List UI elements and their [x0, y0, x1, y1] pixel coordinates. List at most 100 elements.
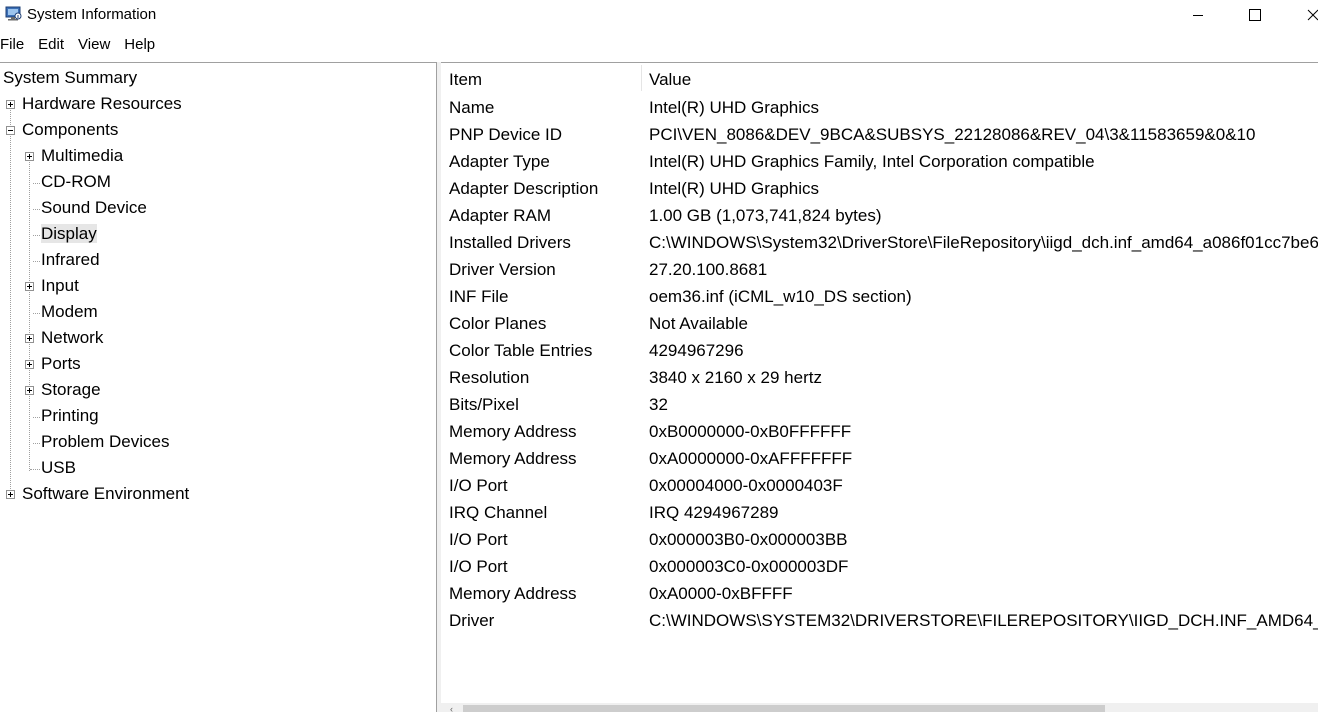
horizontal-scrollbar[interactable]: ‹: [441, 703, 1318, 712]
expand-plus-icon[interactable]: [6, 100, 15, 109]
close-icon: [1307, 9, 1318, 21]
column-header-item[interactable]: Item: [449, 67, 482, 92]
item-cell: Memory Address: [449, 422, 577, 441]
details-row[interactable]: Driver C:\WINDOWS\SYSTEM32\DRIVERSTORE\FI…: [441, 607, 1318, 634]
tree-item-cd-rom[interactable]: CD-ROM: [41, 170, 111, 194]
value-cell: oem36.inf (iCML_w10_DS section): [649, 287, 912, 306]
tree-item-infrared[interactable]: Infrared: [41, 248, 100, 272]
details-row[interactable]: PNP Device ID PCI\VEN_8086&DEV_9BCA&SUBSY…: [441, 121, 1318, 148]
scroll-left-arrow-icon[interactable]: ‹: [450, 705, 453, 712]
item-cell: I/O Port: [449, 557, 508, 576]
tree-item-network[interactable]: Network: [41, 326, 103, 350]
menu-view[interactable]: View: [78, 34, 116, 56]
details-row[interactable]: Memory Address 0xB0000000-0xB0FFFFFF: [441, 418, 1318, 445]
expand-plus-icon[interactable]: [25, 282, 34, 291]
tree-connector: [33, 261, 40, 262]
item-cell: Adapter Type: [449, 152, 550, 171]
details-row[interactable]: Resolution 3840 x 2160 x 29 hertz: [441, 364, 1318, 391]
item-cell: Color Planes: [449, 314, 547, 333]
tree-item-label: System Summary: [3, 68, 138, 87]
value-cell: 1.00 GB (1,073,741,824 bytes): [649, 206, 882, 225]
column-header-value[interactable]: Value: [649, 67, 691, 92]
details-row[interactable]: Adapter Type Intel(R) UHD Graphics Family…: [441, 148, 1318, 175]
item-cell: Driver: [449, 611, 495, 630]
details-row[interactable]: Bits/Pixel 32: [441, 391, 1318, 418]
expand-plus-icon[interactable]: [6, 490, 15, 499]
value-cell: IRQ 4294967289: [649, 503, 779, 522]
title-bar: System Information: [0, 0, 1318, 32]
value-cell: 0xA0000-0xBFFFF: [649, 584, 793, 603]
menu-help[interactable]: Help: [124, 34, 161, 56]
tree-item-ports[interactable]: Ports: [41, 352, 81, 376]
tree-item-label: Storage: [41, 380, 101, 399]
item-cell: Adapter Description: [449, 179, 599, 198]
tree-item-display[interactable]: Display: [41, 222, 97, 246]
expand-plus-icon[interactable]: [25, 152, 34, 161]
value-cell: PCI\VEN_8086&DEV_9BCA&SUBSYS_22128086&RE…: [649, 125, 1256, 144]
tree-item-label: Multimedia: [41, 146, 124, 165]
tree-item-multimedia[interactable]: Multimedia: [41, 144, 123, 168]
tree-item-input[interactable]: Input: [41, 274, 79, 298]
tree-item-problem-devices[interactable]: Problem Devices: [41, 430, 170, 454]
tree-item-label: Problem Devices: [41, 432, 170, 451]
details-row[interactable]: Installed Drivers C:\WINDOWS\System32\Dri…: [441, 229, 1318, 256]
tree-item-modem[interactable]: Modem: [41, 300, 98, 324]
value-cell: 3840 x 2160 x 29 hertz: [649, 368, 822, 387]
tree-item-storage[interactable]: Storage: [41, 378, 101, 402]
item-cell: PNP Device ID: [449, 125, 563, 144]
close-button[interactable]: [1290, 0, 1318, 30]
maximize-button[interactable]: [1232, 0, 1278, 30]
tree-connector: [33, 313, 40, 314]
value-cell: Not Available: [649, 314, 748, 333]
tree-item-label: Printing: [41, 406, 99, 425]
value-cell: 27.20.100.8681: [649, 260, 768, 279]
tree-item-system-summary[interactable]: System Summary: [3, 66, 137, 90]
value-cell: 0x00004000-0x0000403F: [649, 476, 843, 495]
item-cell: INF File: [449, 287, 509, 306]
details-row[interactable]: Adapter RAM 1.00 GB (1,073,741,824 bytes): [441, 202, 1318, 229]
column-divider[interactable]: [641, 65, 642, 91]
details-row[interactable]: Name Intel(R) UHD Graphics: [441, 94, 1318, 121]
details-row[interactable]: I/O Port 0x000003C0-0x000003DF: [441, 553, 1318, 580]
tree-connector: [33, 443, 40, 444]
details-row[interactable]: Adapter Description Intel(R) UHD Graphics: [441, 175, 1318, 202]
tree-item-software-environment[interactable]: Software Environment: [22, 482, 189, 506]
collapse-minus-icon[interactable]: [6, 126, 15, 135]
tree-item-usb[interactable]: USB: [41, 456, 76, 480]
details-row[interactable]: Color Table Entries 4294967296: [441, 337, 1318, 364]
expand-plus-icon[interactable]: [25, 386, 34, 395]
menu-file[interactable]: File: [0, 34, 30, 56]
value-cell: Intel(R) UHD Graphics: [649, 98, 820, 117]
item-cell: Resolution: [449, 368, 530, 387]
tree-item-components[interactable]: Components: [22, 118, 118, 142]
item-cell: Driver Version: [449, 260, 556, 279]
details-row[interactable]: INF File oem36.inf (iCML_w10_DS section): [441, 283, 1318, 310]
tree-connector: [33, 235, 40, 236]
item-cell: I/O Port: [449, 476, 508, 495]
expand-plus-icon[interactable]: [25, 334, 34, 343]
tree-item-hardware-resources[interactable]: Hardware Resources: [22, 92, 182, 116]
details-row[interactable]: I/O Port 0x00004000-0x0000403F: [441, 472, 1318, 499]
tree-item-printing[interactable]: Printing: [41, 404, 99, 428]
details-row[interactable]: Driver Version 27.20.100.8681: [441, 256, 1318, 283]
details-row[interactable]: Memory Address 0xA0000000-0xAFFFFFFF: [441, 445, 1318, 472]
value-cell: Intel(R) UHD Graphics Family, Intel Corp…: [649, 152, 1095, 171]
item-cell: Memory Address: [449, 449, 577, 468]
tree-connector: [30, 469, 40, 470]
value-cell: C:\WINDOWS\SYSTEM32\DRIVERSTORE\FILEREPO…: [649, 611, 1318, 630]
tree-item-sound-device[interactable]: Sound Device: [41, 196, 147, 220]
details-row[interactable]: Color Planes Not Available: [441, 310, 1318, 337]
tree-item-label: Network: [41, 328, 104, 347]
tree-connector: [33, 183, 40, 184]
system-information-icon: [5, 6, 22, 21]
value-cell: Intel(R) UHD Graphics: [649, 179, 820, 198]
menu-edit[interactable]: Edit: [38, 34, 70, 56]
value-cell: 0xA0000000-0xAFFFFFFF: [649, 449, 853, 468]
details-row[interactable]: IRQ Channel IRQ 4294967289: [441, 499, 1318, 526]
scrollbar-thumb[interactable]: [463, 705, 1105, 712]
minimize-button[interactable]: [1175, 0, 1221, 30]
tree-item-label: Input: [41, 276, 79, 295]
expand-plus-icon[interactable]: [25, 360, 34, 369]
details-row[interactable]: I/O Port 0x000003B0-0x000003BB: [441, 526, 1318, 553]
details-row[interactable]: Memory Address 0xA0000-0xBFFFF: [441, 580, 1318, 607]
